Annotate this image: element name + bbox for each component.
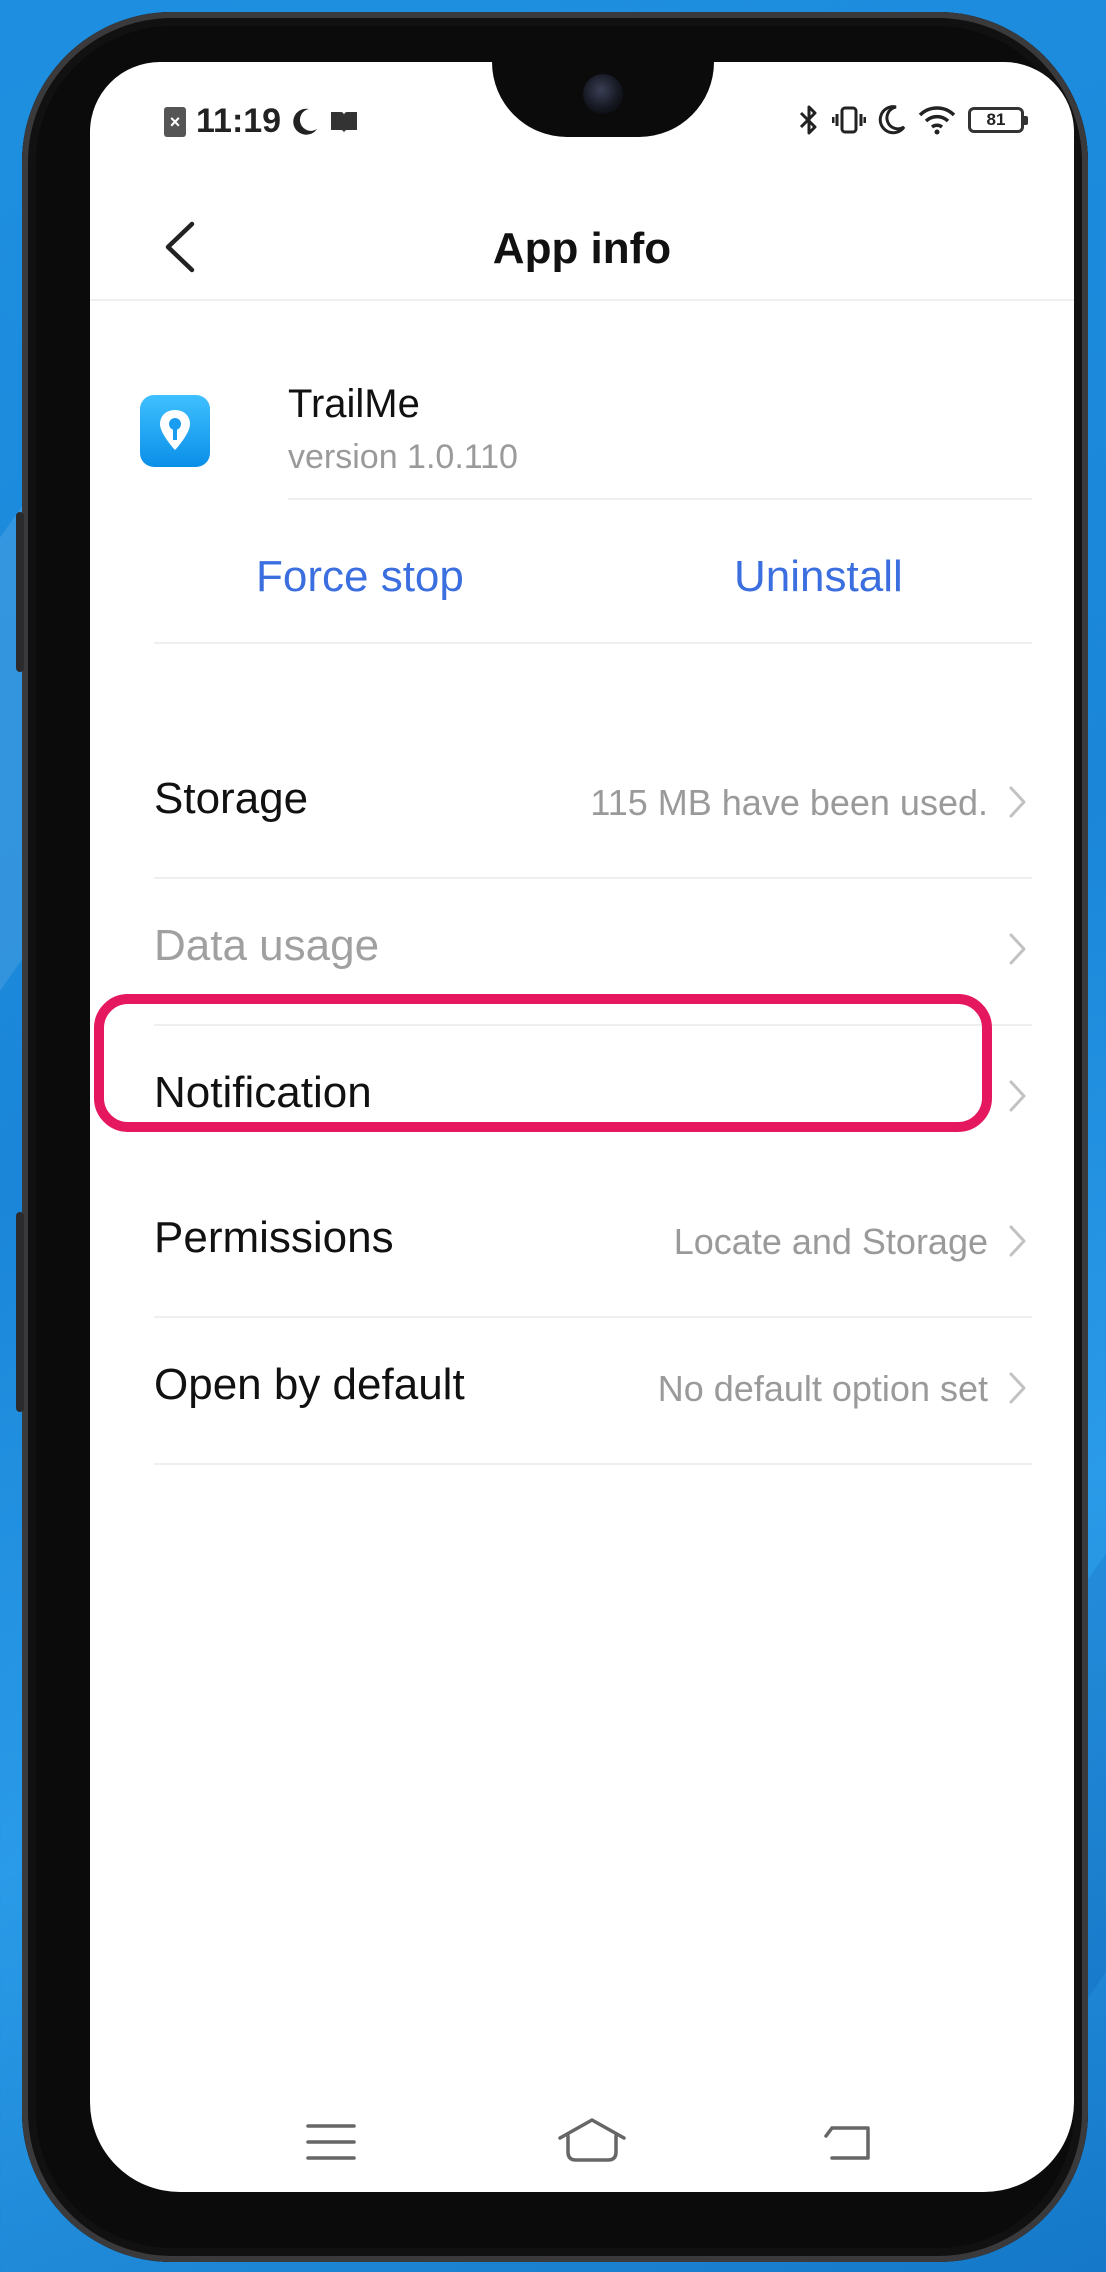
permissions-item[interactable]: Permissions Locate and Storage: [154, 1171, 1032, 1318]
app-summary: TrailMe version 1.0.110: [90, 362, 1074, 532]
navigation-bar: [90, 2102, 1074, 2192]
status-left: × 11:19: [164, 102, 359, 141]
moon-icon: [293, 108, 318, 135]
back-icon: [824, 2126, 870, 2160]
home-button[interactable]: [552, 2112, 632, 2172]
status-right: 81: [798, 104, 1028, 136]
home-icon: [558, 2118, 626, 2162]
status-time: 11:19: [196, 102, 282, 140]
chevron-right-icon: [1009, 933, 1026, 965]
app-name: TrailMe: [288, 382, 420, 426]
settings-list: Storage 115 MB have been used. Data usag…: [154, 732, 1032, 1465]
battery-icon: 81: [968, 107, 1028, 133]
app-version: version 1.0.110: [288, 438, 518, 476]
chevron-right-icon: [1009, 786, 1026, 818]
divider: [154, 642, 1032, 644]
data-usage-item[interactable]: Data usage: [154, 879, 1032, 1026]
list-item-label: Permissions: [154, 1213, 394, 1262]
menu-button[interactable]: [296, 2112, 366, 2172]
list-item-value: No default option set: [657, 1368, 988, 1409]
app-bar: App info: [90, 192, 1074, 302]
bluetooth-icon: [799, 105, 817, 135]
menu-icon: [306, 2124, 356, 2160]
app-actions: Force stop Uninstall: [90, 542, 1074, 642]
location-pin-icon: [160, 410, 190, 450]
book-icon: [331, 111, 358, 133]
force-stop-button[interactable]: Force stop: [256, 552, 464, 602]
list-item-value: Locate and Storage: [673, 1221, 988, 1262]
sim-off-icon: ×: [164, 106, 186, 137]
phone-screen: × 11:19 81 App info TrailMe version 1.0.…: [90, 62, 1074, 2192]
notification-item[interactable]: Notification: [154, 1026, 1032, 1171]
list-item-label: Notification: [154, 1068, 372, 1117]
uninstall-button[interactable]: Uninstall: [734, 552, 903, 602]
vibrate-icon: [832, 106, 866, 134]
moon-icon: [878, 105, 906, 135]
wifi-icon: [918, 106, 956, 135]
header-divider: [90, 299, 1074, 301]
list-item-label: Open by default: [154, 1360, 465, 1409]
chevron-right-icon: [1009, 1080, 1026, 1112]
chevron-right-icon: [1009, 1225, 1026, 1257]
open-by-default-item[interactable]: Open by default No default option set: [154, 1318, 1032, 1465]
divider: [288, 498, 1032, 500]
back-nav-button[interactable]: [816, 2112, 886, 2172]
side-button: [16, 1212, 24, 1412]
storage-item[interactable]: Storage 115 MB have been used.: [154, 732, 1032, 879]
status-bar: × 11:19 81: [90, 62, 1074, 172]
chevron-right-icon: [1009, 1372, 1026, 1404]
list-item-label: Storage: [154, 774, 309, 823]
phone-frame: × 11:19 81 App info TrailMe version 1.0.…: [16, 12, 1088, 2262]
volume-button: [16, 512, 24, 672]
list-item-label: Data usage: [154, 921, 380, 970]
list-item-value: 115 MB have been used.: [590, 782, 988, 823]
app-icon: [140, 395, 210, 467]
page-title: App info: [492, 224, 672, 273]
